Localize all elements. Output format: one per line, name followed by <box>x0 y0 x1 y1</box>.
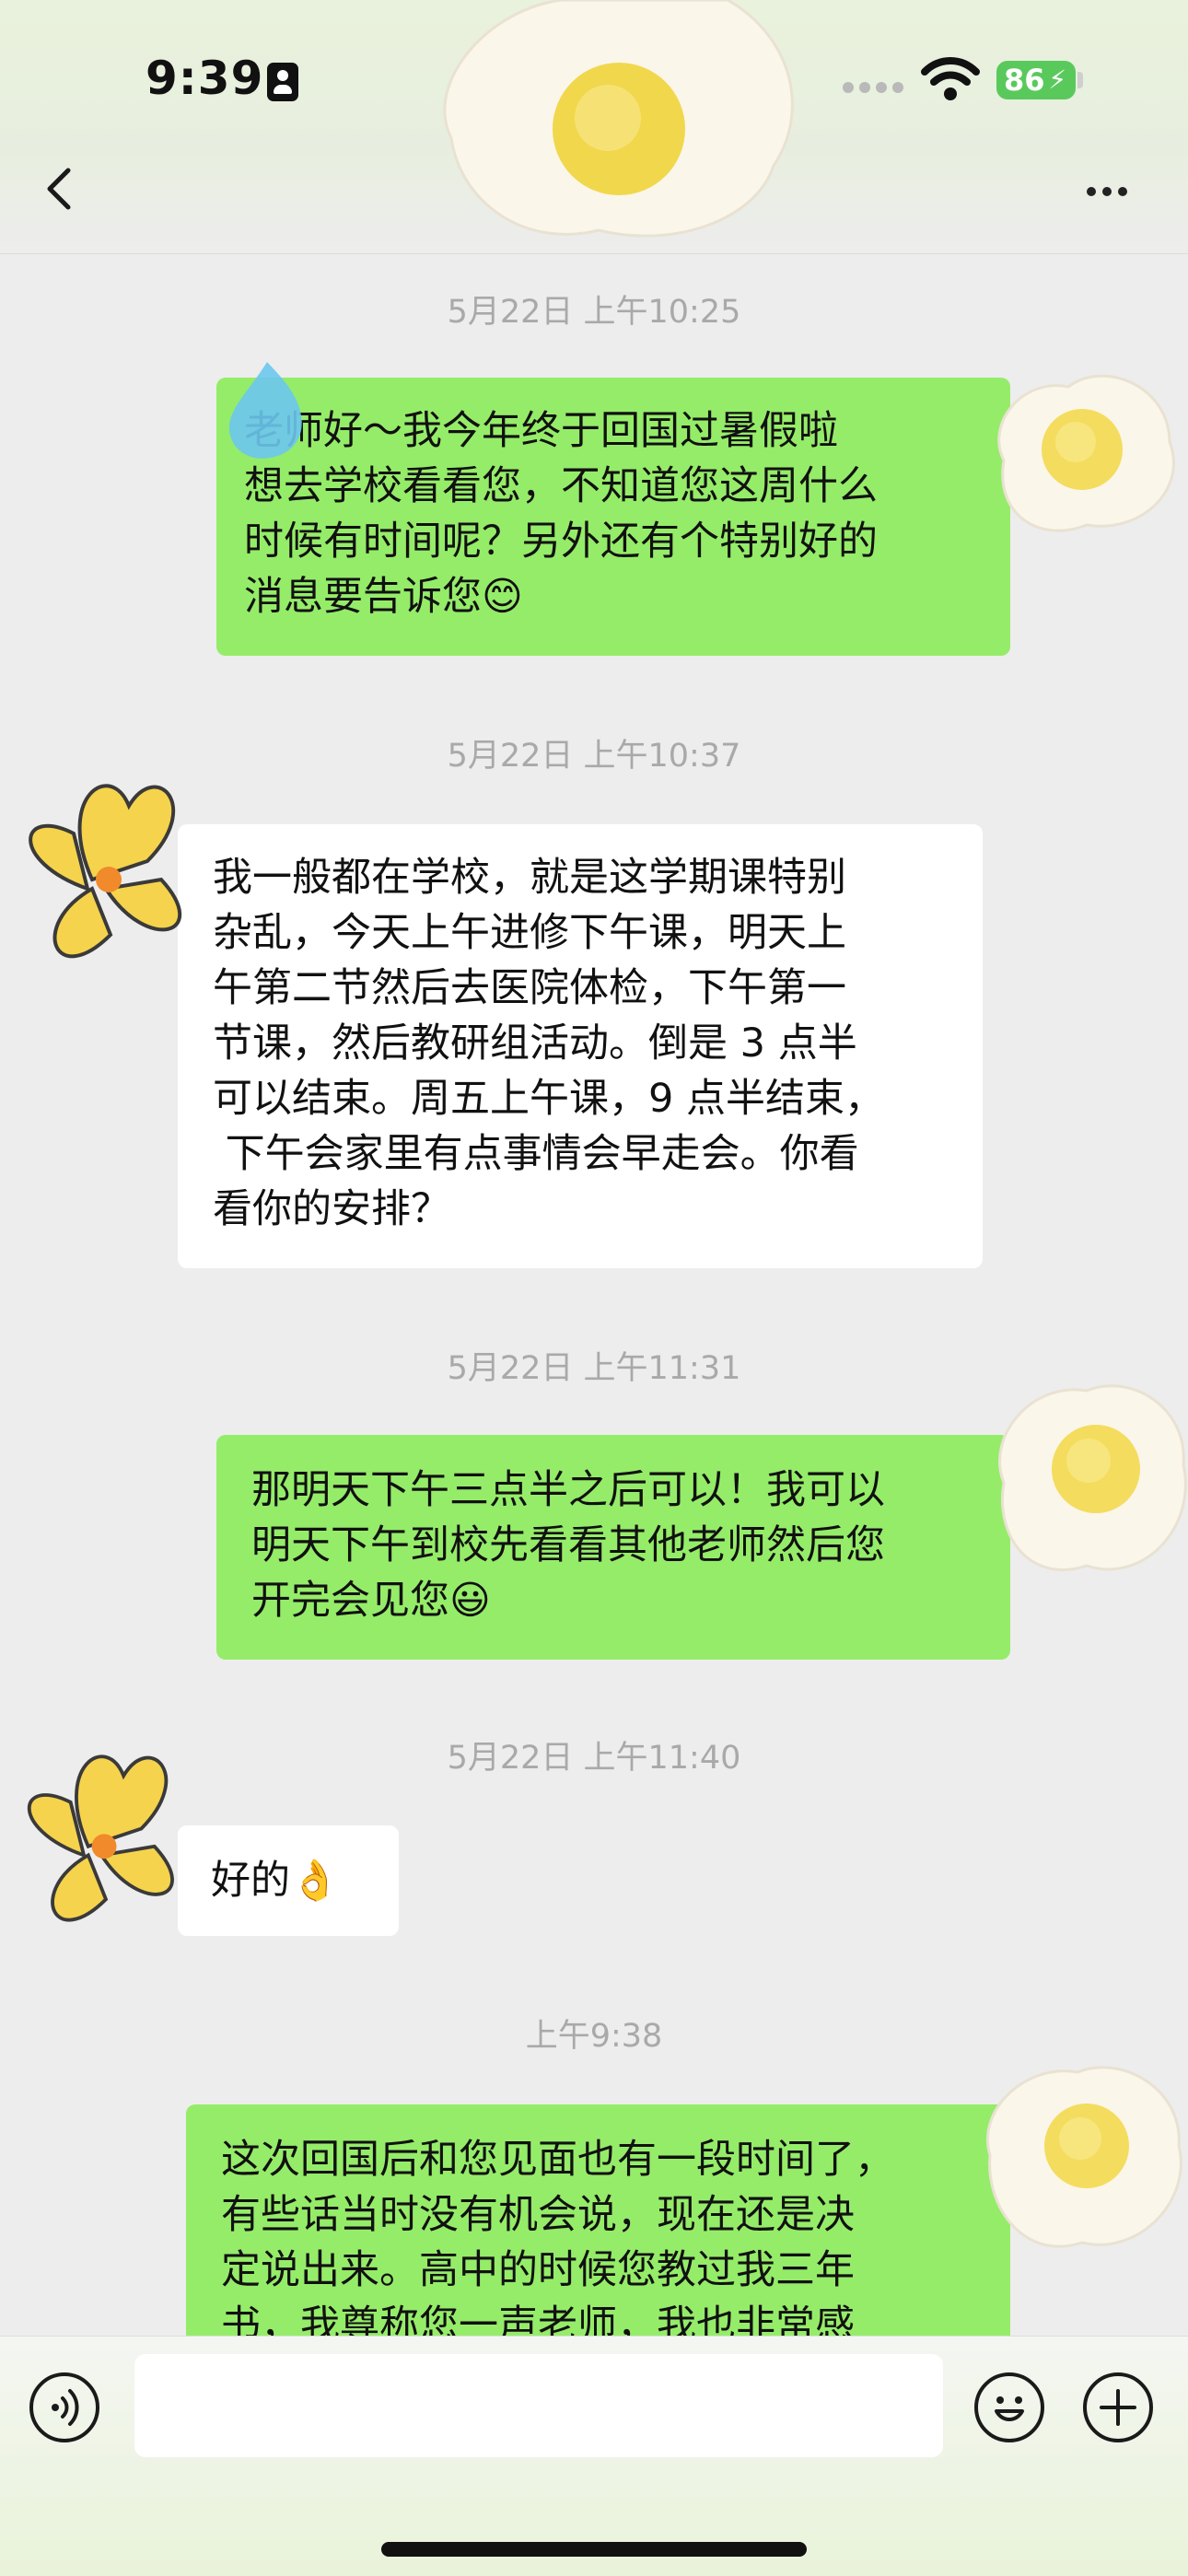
battery-indicator: 86 ⚡ <box>996 61 1076 99</box>
fried-egg-sticker-icon <box>986 2066 1182 2248</box>
sent-message-bubble[interactable]: 老师好～我今年终于回国过暑假啦 想去学校看看您，不知道您这周什么 时候有时间呢？… <box>216 378 1010 656</box>
fried-egg-sticker-icon <box>443 0 794 238</box>
sent-message-bubble[interactable]: 那明天下午三点半之后可以！我可以 明天下午到校先看看其他老师然后您 开完会见您😃 <box>216 1435 1010 1660</box>
message-line: 消息要告诉您😊 <box>244 574 523 620</box>
plus-sign-icon <box>1100 2389 1136 2426</box>
message-line: 有些话当时没有机会说，现在还是决 <box>221 2192 855 2238</box>
chevron-left-icon[interactable] <box>37 161 92 216</box>
message-line: 下午会家里有点事情会早走会。你看 <box>213 1131 859 1177</box>
message-line: 可以结束。周五上午课，9 点半结束， <box>213 1076 885 1122</box>
plus-icon[interactable] <box>1083 2372 1153 2442</box>
battery-cap <box>1077 72 1083 88</box>
water-drop-sticker-icon <box>228 362 302 459</box>
voice-icon[interactable] <box>29 2372 99 2442</box>
message-timestamp: 5月22日 上午10:25 <box>447 294 741 331</box>
fried-egg-sticker-icon <box>998 1384 1187 1571</box>
message-line: 这次回国后和您见面也有一段时间了， <box>221 2137 894 2183</box>
more-dots-icon[interactable] <box>1087 182 1134 200</box>
message-line: 杂乱，今天上午进修下午课，明天上 <box>213 910 846 956</box>
message-line: 节课，然后教研组活动。倒是 3 点半 <box>213 1020 857 1067</box>
focus-id-card-icon <box>267 63 298 101</box>
status-time: 9:39 <box>146 52 264 105</box>
message-line: 午第二节然后去医院体检，下午第一 <box>213 965 846 1011</box>
message-line: 我一般都在学校，就是这学期课特别 <box>213 855 846 901</box>
message-line: 开完会见您😃 <box>251 1578 491 1624</box>
flower-sticker-icon <box>27 1754 174 1922</box>
message-line: 好的👌 <box>211 1858 340 1904</box>
battery-level: 86 <box>1004 63 1045 98</box>
message-line: 看你的安排？ <box>213 1186 450 1232</box>
message-line: 定说出来。高中的时候您教过我三年 <box>221 2247 855 2293</box>
fried-egg-sticker-icon <box>997 374 1175 532</box>
message-input[interactable] <box>134 2354 943 2457</box>
flower-sticker-icon <box>29 784 182 959</box>
message-line: 时候有时间呢？另外还有个特别好的 <box>244 519 878 565</box>
message-line: 明天下午到校先看看其他老师然后您 <box>251 1522 885 1568</box>
emoji-icon[interactable] <box>974 2372 1044 2442</box>
home-indicator[interactable] <box>381 2542 807 2557</box>
voice-waves-icon <box>52 2389 79 2426</box>
message-line: 那明天下午三点半之后可以！我可以 <box>251 1467 885 1513</box>
message-line: 想去学校看看您，不知道您这周什么 <box>244 463 878 509</box>
cellular-signal-icon <box>843 79 909 97</box>
received-message-bubble[interactable]: 我一般都在学校，就是这学期课特别 杂乱，今天上午进修下午课，明天上 午第二节然后… <box>178 824 983 1268</box>
smile-face-icon <box>995 2396 1024 2421</box>
charging-bolt-icon: ⚡ <box>1048 64 1066 95</box>
message-line: 老师好～我今年终于回国过暑假啦 <box>244 408 838 454</box>
header-bar: 9:39 86 ⚡ <box>0 0 1188 254</box>
wifi-icon <box>921 57 980 100</box>
